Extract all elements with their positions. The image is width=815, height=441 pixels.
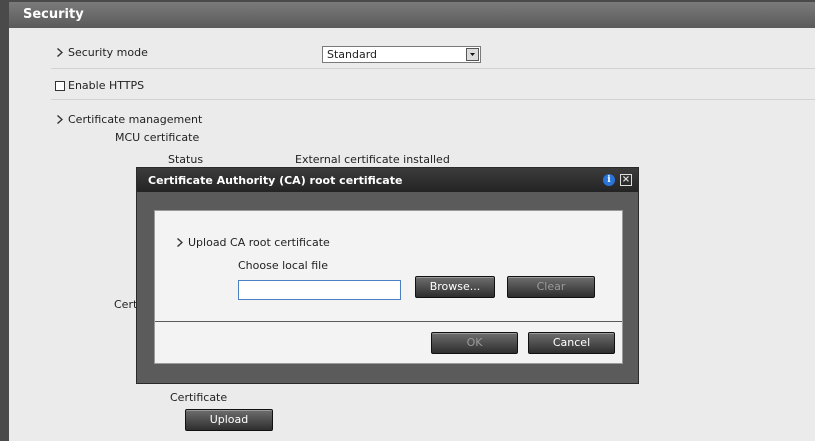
dialog-title-bar: Certificate Authority (CA) root certific… — [137, 168, 638, 192]
mcu-certificate-label: MCU certificate — [115, 131, 200, 144]
page-frame: Security Security mode Standard Enable H… — [0, 0, 815, 441]
enable-https-label: Enable HTTPS — [68, 79, 145, 92]
clear-button[interactable]: Clear — [507, 276, 595, 298]
dialog-body: Upload CA root certificate Choose local … — [154, 210, 623, 364]
upload-button[interactable]: Upload — [185, 409, 273, 431]
cert-management-label: Certificate management — [68, 113, 203, 126]
file-path-input[interactable] — [238, 280, 401, 300]
panel-header: Security — [9, 2, 815, 28]
divider — [51, 99, 815, 100]
divider — [51, 68, 815, 69]
ok-button[interactable]: OK — [431, 332, 518, 354]
chevron-right-icon — [57, 48, 64, 57]
cert-management-row: Certificate management — [57, 113, 202, 126]
page-title: Security — [23, 7, 84, 22]
security-mode-label: Security mode — [68, 46, 148, 59]
dropdown-arrow-icon[interactable] — [466, 48, 479, 61]
dialog-divider — [155, 321, 622, 322]
enable-https-checkbox[interactable] — [55, 81, 65, 91]
info-icon[interactable]: i — [603, 174, 615, 186]
upload-ca-label: Upload CA root certificate — [188, 236, 330, 249]
dialog-title: Certificate Authority (CA) root certific… — [148, 174, 403, 187]
chevron-right-icon — [177, 238, 184, 247]
security-mode-value: Standard — [327, 48, 378, 61]
security-mode-select[interactable]: Standard — [322, 46, 481, 63]
chevron-right-icon — [57, 115, 64, 124]
status-label: Status — [168, 153, 204, 166]
close-icon[interactable]: × — [620, 174, 632, 186]
status-value: External certificate installed — [295, 153, 450, 166]
certificate-label: Certificate — [170, 391, 228, 404]
upload-ca-section: Upload CA root certificate — [177, 236, 330, 249]
browse-button[interactable]: Browse... — [415, 276, 495, 298]
choose-file-label: Choose local file — [238, 259, 328, 272]
ca-certificate-dialog: Certificate Authority (CA) root certific… — [136, 167, 639, 384]
security-mode-row: Security mode — [57, 46, 148, 59]
truncated-cert-label: Cert — [114, 298, 138, 311]
cancel-button[interactable]: Cancel — [528, 332, 615, 354]
